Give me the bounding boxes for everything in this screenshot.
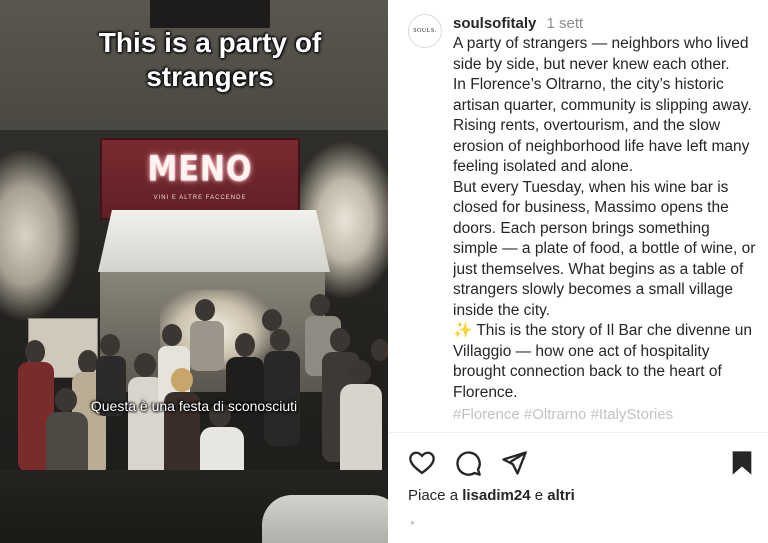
caption-story-text: This is the story of Il Bar che divenne … bbox=[453, 322, 753, 401]
likes-others-link[interactable]: altri bbox=[547, 487, 575, 504]
post-header: soulsofitaly 1 sett bbox=[453, 14, 758, 34]
heart-icon bbox=[409, 451, 435, 475]
likes-prefix: Piace a bbox=[408, 487, 463, 504]
caption-area: soulsofitaly 1 sett A party of strangers… bbox=[453, 14, 758, 432]
parked-car bbox=[262, 495, 388, 543]
caption-hashtags[interactable]: #Florence #Oltrarno #ItalyStories bbox=[453, 405, 758, 425]
sparkle-icon: ✨ bbox=[453, 322, 473, 339]
share-icon bbox=[502, 451, 527, 475]
action-bar bbox=[408, 449, 753, 477]
post-media[interactable]: MENO VINI E ALTRE FACCENDE This is a par… bbox=[0, 0, 388, 543]
share-button[interactable] bbox=[500, 449, 528, 477]
avatar[interactable]: SOULS. bbox=[408, 14, 442, 48]
caption-paragraph-4: ✨ This is the story of Il Bar che divenn… bbox=[453, 321, 758, 403]
caption-paragraph-3: But every Tuesday, when his wine bar is … bbox=[453, 178, 756, 319]
bookmark-icon bbox=[732, 451, 752, 475]
username-link[interactable]: soulsofitaly bbox=[453, 15, 536, 32]
scroll-indicator: ● bbox=[410, 518, 415, 527]
avatar-logo-text: SOULS. bbox=[413, 28, 437, 34]
post-time[interactable]: 1 sett bbox=[547, 15, 584, 32]
comment-icon bbox=[456, 451, 481, 476]
video-subtitle: Questa è una festa di sconosciuti bbox=[90, 398, 298, 414]
caption-paragraph-2: In Florence’s Oltrarno, the city’s histo… bbox=[453, 76, 752, 175]
comment-button[interactable] bbox=[454, 449, 482, 477]
caption-paragraph-1: A party of strangers — neighbors who liv… bbox=[453, 35, 749, 73]
section-divider bbox=[388, 432, 768, 433]
likes-joiner: e bbox=[530, 487, 548, 504]
video-overlay-title: This is a party of strangers bbox=[98, 27, 322, 92]
likes-user-link[interactable]: lisadim24 bbox=[462, 487, 530, 504]
save-button[interactable] bbox=[728, 449, 756, 477]
likes-summary: Piace a lisadim24 e altri bbox=[408, 487, 575, 504]
post-panel: SOULS. soulsofitaly 1 sett A party of st… bbox=[388, 0, 768, 543]
like-button[interactable] bbox=[408, 449, 436, 477]
